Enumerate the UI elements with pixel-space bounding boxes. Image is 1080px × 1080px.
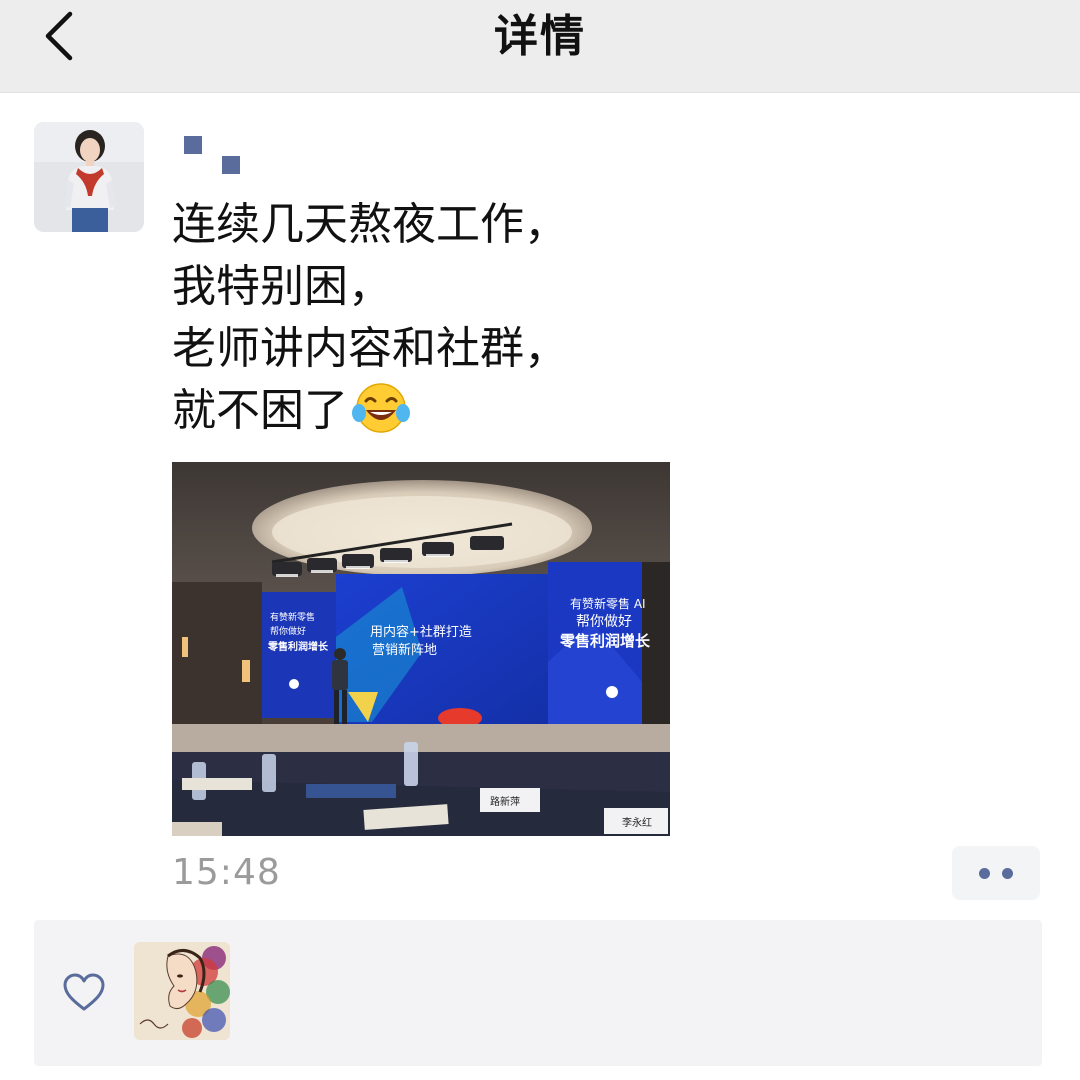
liker-avatar[interactable] — [134, 942, 230, 1040]
top-navbar: 详情 — [0, 0, 1080, 93]
screen-text: 营销新阵地 — [372, 642, 437, 658]
nickname-glyph — [184, 136, 202, 154]
laughing-tears-emoji — [352, 383, 410, 433]
screen-text: 用内容+社群打造 — [370, 624, 472, 640]
screen-text: 帮你做好 — [576, 614, 632, 630]
screen-text: 零售利润增长 — [559, 632, 651, 650]
page-title: 详情 — [494, 11, 586, 62]
post-text-line: 连续几天熬夜工作， — [172, 199, 568, 250]
heart-icon — [63, 973, 105, 1011]
post-text-line: 就不困了 — [172, 385, 348, 436]
poster-nickname[interactable] — [184, 136, 264, 176]
person-portrait — [34, 122, 144, 232]
artistic-portrait — [134, 942, 230, 1040]
more-actions-button[interactable] — [952, 846, 1040, 900]
nameplate-text: 路新萍 — [490, 795, 520, 808]
post-text-line: 老师讲内容和社群， — [172, 323, 568, 374]
screen-text: 有赞新零售 — [270, 611, 315, 623]
likes-panel — [34, 920, 1042, 1066]
nameplate-text: 李永红 — [622, 816, 652, 829]
post-timestamp: 15:48 — [172, 852, 281, 893]
event-stage-photo: 有赞新零售 帮你做好 零售利润增长 用内容+社群打造 营销新阵地 有赞新零售 A… — [172, 462, 670, 836]
nickname-glyph — [222, 156, 240, 174]
screen-text: 帮你做好 — [270, 625, 306, 637]
post-photo[interactable]: 有赞新零售 帮你做好 零售利润增长 用内容+社群打造 营销新阵地 有赞新零售 A… — [172, 462, 670, 836]
screen-text: 零售利润增长 — [267, 640, 329, 653]
more-dots-icon — [979, 868, 990, 879]
post-text-line: 我特别困， — [172, 261, 392, 312]
poster-avatar[interactable] — [34, 122, 144, 232]
screen-text: 有赞新零售 AI — [570, 596, 646, 611]
post-content: 连续几天熬夜工作， 我特别困， 老师讲内容和社群， 就不困了 — [172, 194, 1032, 442]
more-dots-icon — [1002, 868, 1013, 879]
post-text-line-with-emoji: 就不困了 — [172, 380, 1032, 442]
